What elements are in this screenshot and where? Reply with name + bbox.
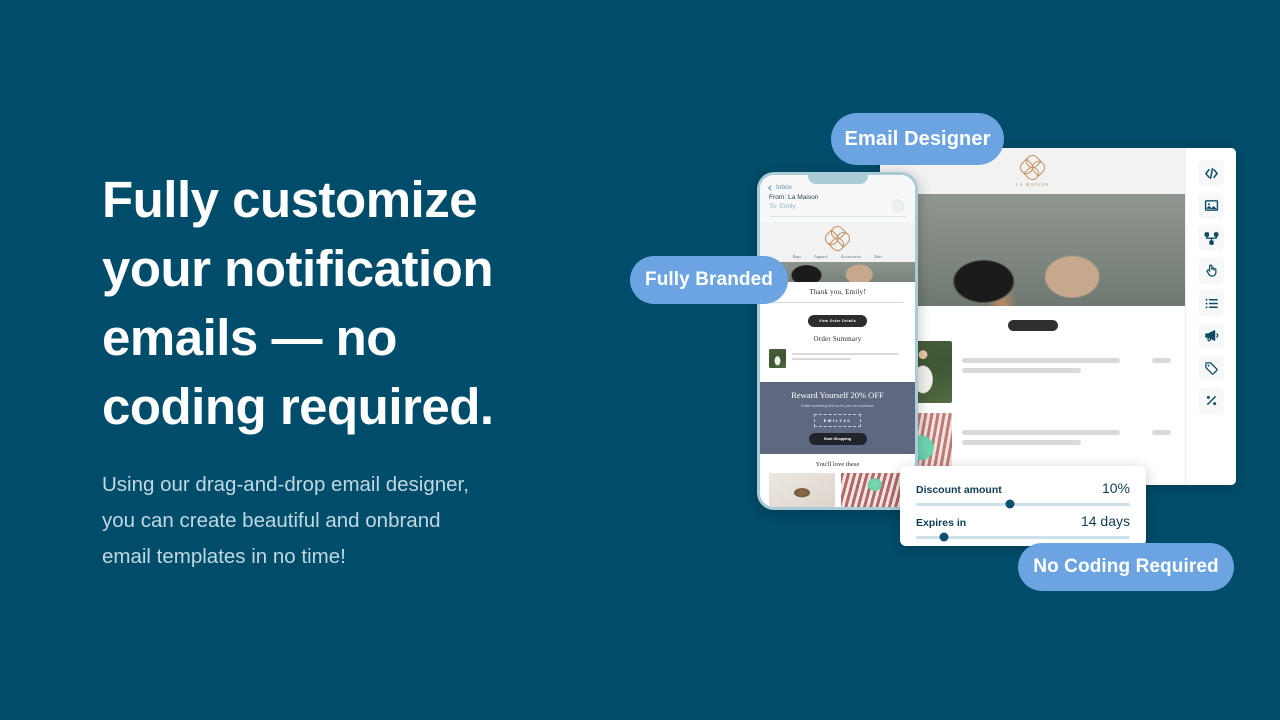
canvas-cta-button[interactable] xyxy=(1007,320,1058,331)
email-body: Thank you, Emily! View Order Details Ord… xyxy=(760,282,915,375)
recommended-product-image[interactable] xyxy=(769,473,835,507)
megaphone-icon[interactable] xyxy=(1198,322,1224,349)
brand-logo-icon xyxy=(1017,152,1048,183)
page-subtitle: Using our drag-and-drop email designer, … xyxy=(102,473,469,568)
badge-email-designer: Email Designer xyxy=(831,113,1004,165)
product-price-placeholder xyxy=(1152,430,1171,435)
phone-notch xyxy=(807,175,868,184)
mail-to: To: Emily xyxy=(769,202,796,210)
recommended-product-image[interactable] xyxy=(840,473,906,507)
expires-in-value: 14 days xyxy=(1080,513,1130,529)
order-line-item xyxy=(760,343,915,368)
designer-toolbar xyxy=(1185,148,1236,485)
recommendations-heading: You'll love these xyxy=(815,461,860,468)
email-brand-bar: Bags Apparel Accessories Hats xyxy=(760,221,915,262)
promo-code-badge: EMILY20 xyxy=(813,414,862,427)
discount-amount-label: Discount amount xyxy=(916,484,1002,496)
order-summary-section: Order Summary xyxy=(760,335,915,368)
share-node-icon[interactable] xyxy=(1198,225,1224,251)
product-text-placeholder xyxy=(962,341,1142,373)
nav-item[interactable]: Apparel xyxy=(814,255,828,259)
order-summary-heading: Order Summary xyxy=(813,335,862,343)
expires-in-row: Expires in 14 days xyxy=(916,513,1130,546)
page-title: Fully customize your notification emails… xyxy=(102,171,494,435)
nav-item[interactable]: Bags xyxy=(793,255,801,259)
tag-icon[interactable] xyxy=(1198,355,1224,381)
chevron-left-icon xyxy=(768,184,774,191)
promo-subtext: A little something from us for your next… xyxy=(801,404,874,408)
divider xyxy=(769,215,906,217)
recommendations-row xyxy=(760,473,915,507)
product-text-placeholder xyxy=(962,413,1142,445)
divider xyxy=(772,302,903,303)
hand-pointer-icon[interactable] xyxy=(1198,257,1224,284)
badge-fully-branded: Fully Branded xyxy=(630,256,788,304)
product-thumbnail xyxy=(769,349,786,368)
phone-screen: Inbox From: La Maison To: Emily Bags App… xyxy=(760,175,915,507)
code-icon[interactable] xyxy=(1198,160,1224,186)
list-icon[interactable] xyxy=(1198,290,1224,316)
product-price-placeholder xyxy=(1152,358,1171,363)
marketing-copy: Fully customize your notification emails… xyxy=(102,165,662,575)
badge-no-coding-required: No Coding Required xyxy=(1018,543,1234,591)
phone-mockup: Inbox From: La Maison To: Emily Bags App… xyxy=(757,172,918,510)
recommendations-section: You'll love these xyxy=(760,454,915,473)
discount-settings-panel: Discount amount 10% Expires in 14 days xyxy=(900,466,1146,546)
brand-name: LA MAISON xyxy=(1015,182,1050,187)
designer-canvas[interactable]: LA MAISON xyxy=(880,148,1185,485)
email-designer-window: LA MAISON xyxy=(880,148,1236,485)
canvas-product-row[interactable] xyxy=(880,341,1185,403)
discount-amount-value: 10% xyxy=(1101,480,1130,496)
brand-logo-icon xyxy=(822,222,853,254)
nav-item[interactable]: Accessories xyxy=(841,255,861,259)
canvas-hero-image[interactable] xyxy=(880,194,1185,306)
slider-knob[interactable] xyxy=(1005,499,1015,509)
expires-in-label: Expires in xyxy=(916,517,967,529)
nav-item[interactable]: Hats xyxy=(874,255,882,259)
promo-banner: Reward Yourself 20% OFF A little somethi… xyxy=(760,382,915,454)
inbox-label: Inbox xyxy=(776,184,792,191)
discount-amount-row: Discount amount 10% xyxy=(916,480,1130,513)
product-text-placeholder xyxy=(792,349,906,360)
inbox-back-link[interactable]: Inbox xyxy=(768,184,906,191)
start-shopping-button[interactable]: Start Shopping xyxy=(808,433,867,445)
view-order-details-button[interactable]: View Order Details xyxy=(807,315,868,327)
slider-knob[interactable] xyxy=(939,532,949,542)
promo-heading: Reward Yourself 20% OFF xyxy=(791,390,884,400)
image-icon[interactable] xyxy=(1198,192,1224,219)
expires-in-slider[interactable] xyxy=(916,532,1130,542)
percent-icon[interactable] xyxy=(1198,387,1224,414)
email-nav: Bags Apparel Accessories Hats xyxy=(793,255,882,259)
promo-slide: Fully customize your notification emails… xyxy=(0,0,1280,720)
avatar xyxy=(891,199,905,213)
mail-from: From: La Maison xyxy=(769,194,819,201)
discount-amount-slider[interactable] xyxy=(916,499,1130,509)
